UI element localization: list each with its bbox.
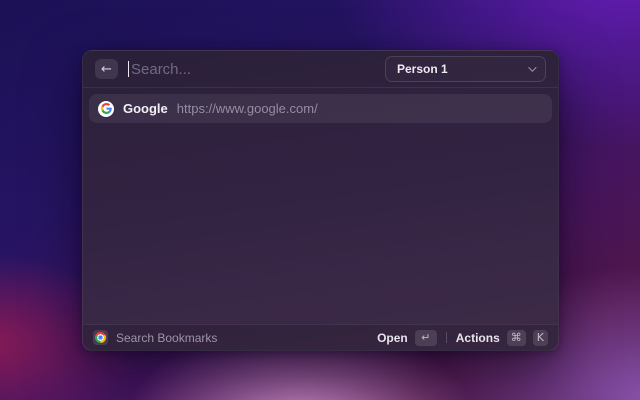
profile-dropdown-value: Person 1 [397,62,448,76]
window-footer: Search Bookmarks Open ↵ Actions ⌘ K [83,324,558,350]
chrome-icon [95,332,106,343]
search-bookmarks-window: ← Person 1 G [82,50,559,351]
command-key-icon[interactable]: ⌘ [506,329,526,346]
empty-results-area [83,129,558,324]
back-button[interactable]: ← [95,59,118,79]
actions-menu-label[interactable]: Actions [456,331,500,345]
back-arrow-icon: ← [101,61,112,77]
google-favicon-icon [98,100,114,117]
open-action-label[interactable]: Open [377,331,408,345]
enter-key-icon[interactable]: ↵ [414,329,437,346]
desktop-background: ← Person 1 G [0,0,640,400]
window-header: ← Person 1 [83,51,558,88]
footer-separator [445,332,447,343]
footer-actions: Open ↵ Actions ⌘ K [377,329,548,346]
profile-dropdown[interactable]: Person 1 [385,56,546,82]
bookmark-list-item[interactable]: Google https://www.google.com/ [89,94,552,123]
results-list: Google https://www.google.com/ [83,88,558,129]
bookmark-url: https://www.google.com/ [176,101,318,116]
footer-app-label: Search Bookmarks [116,330,218,345]
search-input[interactable] [129,60,375,78]
bookmark-title: Google [123,101,168,116]
k-key-icon[interactable]: K [532,329,548,346]
chrome-app-tile [93,330,108,345]
chevron-down-icon [528,63,537,72]
search-field[interactable] [128,60,375,78]
